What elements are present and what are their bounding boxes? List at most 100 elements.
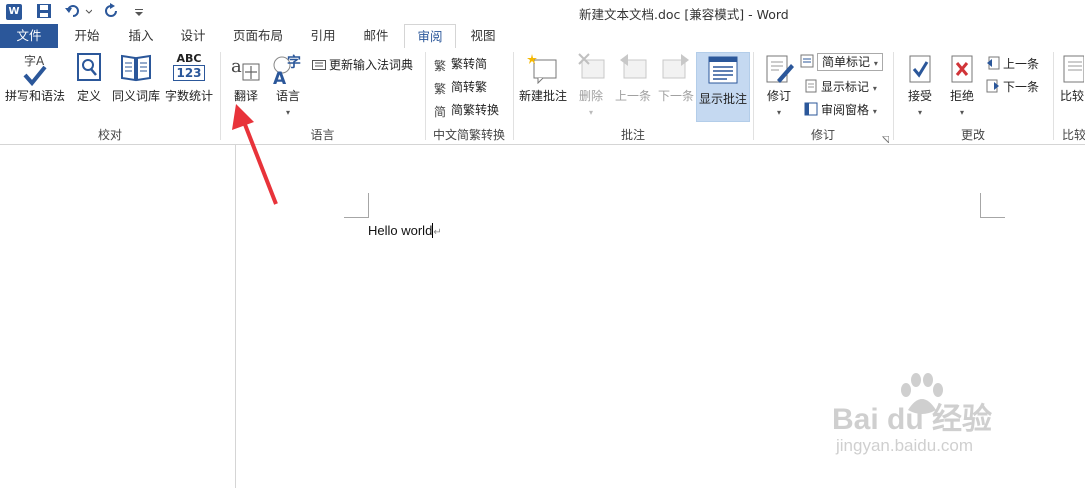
- window-title: 新建文本文档.doc [兼容模式] - Word: [579, 7, 789, 22]
- svg-text:A: A: [273, 69, 287, 86]
- word-count-icon: ABC 123: [173, 52, 205, 86]
- new-comment-button[interactable]: 新建批注: [516, 52, 570, 104]
- tab-review[interactable]: 审阅: [404, 24, 456, 50]
- to-traditional-label: 简转繁: [451, 80, 488, 94]
- chinese-conversion-button[interactable]: 简简繁转换: [434, 101, 499, 119]
- thesaurus-button[interactable]: 同义词库: [110, 52, 162, 104]
- document-text[interactable]: Hello world↵: [368, 223, 442, 238]
- navigation-pane: [0, 145, 236, 488]
- show-comments-icon: [707, 55, 739, 89]
- delete-comment-icon: [576, 52, 606, 86]
- tab-references[interactable]: 引用: [298, 24, 348, 48]
- show-markup-button[interactable]: 显示标记 ▾: [804, 78, 877, 96]
- next-change-button[interactable]: 下一条: [986, 78, 1039, 96]
- define-label: 定义: [76, 89, 101, 103]
- previous-comment-button[interactable]: 上一条: [612, 52, 654, 104]
- word-logo-icon: W: [6, 4, 22, 20]
- ribbon: 字A 拼写和语法 定义 同义词库 ABC 123 字数统计 校对 a 翻译 A: [0, 48, 1085, 145]
- spelling-label: 拼写和语法: [4, 89, 65, 103]
- watermark-url: jingyan.baidu.com: [836, 436, 974, 455]
- conversion-label: 简繁转换: [451, 103, 500, 117]
- tracking-dialog-launcher-icon[interactable]: [882, 132, 890, 144]
- redo-icon[interactable]: [104, 3, 120, 25]
- reject-dropdown-icon: ▾: [959, 108, 964, 117]
- next-change-label: 下一条: [1003, 80, 1040, 94]
- delete-comment-label: 删除: [578, 89, 603, 103]
- reject-icon: [947, 52, 977, 86]
- baidu-watermark: Bai du 经验 jingyan.baidu.com: [832, 372, 1072, 472]
- tab-page-layout[interactable]: 页面布局: [226, 24, 290, 48]
- review-pane-icon: [804, 102, 818, 116]
- group-label-changes: 更改: [960, 128, 985, 142]
- review-pane-button[interactable]: 审阅窗格 ▾: [804, 101, 877, 119]
- compare-label: 比较: [1060, 89, 1085, 103]
- define-button[interactable]: 定义: [72, 52, 106, 104]
- tab-view[interactable]: 视图: [458, 24, 508, 48]
- show-markup-icon: [804, 79, 818, 93]
- update-ime-dictionary-button[interactable]: 更新输入法词典: [312, 56, 413, 74]
- to-simplified-label: 繁转简: [451, 57, 488, 71]
- markup-select-icon: [800, 54, 814, 68]
- tab-home[interactable]: 开始: [62, 24, 112, 48]
- compare-icon: [1060, 52, 1085, 86]
- traditional-to-simplified-icon: 繁: [434, 59, 447, 73]
- show-comments-button[interactable]: 显示批注: [696, 52, 750, 122]
- previous-comment-label: 上一条: [614, 89, 651, 103]
- accept-icon: [905, 52, 935, 86]
- markup-select-value: 简单标记: [822, 55, 871, 69]
- new-comment-label: 新建批注: [518, 89, 567, 103]
- next-change-icon: [986, 79, 1000, 93]
- accept-button[interactable]: 接受 ▾: [902, 52, 938, 118]
- thesaurus-label: 同义词库: [111, 89, 160, 103]
- next-comment-label: 下一条: [657, 89, 694, 103]
- track-changes-label: 修订: [766, 89, 791, 103]
- group-label-comments: 批注: [620, 128, 645, 142]
- tab-insert[interactable]: 插入: [116, 24, 166, 48]
- update-ime-label: 更新输入法词典: [329, 58, 414, 72]
- svg-text:a: a: [231, 56, 242, 77]
- accept-label: 接受: [907, 89, 932, 103]
- markup-select-field[interactable]: 简单标记 ▾: [817, 53, 883, 71]
- watermark-brand: Bai du 经验: [832, 403, 993, 436]
- tab-file[interactable]: 文件: [0, 24, 58, 48]
- previous-change-button[interactable]: 上一条: [986, 55, 1039, 73]
- next-comment-button[interactable]: 下一条: [656, 52, 696, 104]
- save-icon[interactable]: [36, 3, 52, 25]
- define-icon: [76, 52, 102, 86]
- word-count-label: 字数统计: [164, 89, 213, 103]
- show-comments-label: 显示批注: [698, 92, 747, 106]
- compare-button[interactable]: 比较: [1060, 52, 1085, 104]
- ime-dictionary-icon: [312, 58, 326, 72]
- previous-comment-icon: [618, 52, 648, 86]
- translate-button[interactable]: a 翻译: [228, 52, 264, 104]
- tab-mailings[interactable]: 邮件: [350, 24, 402, 48]
- document-text-content: Hello world: [368, 223, 433, 238]
- group-label-tracking: 修订: [810, 128, 835, 142]
- tab-design[interactable]: 设计: [168, 24, 218, 48]
- new-comment-icon: [526, 52, 560, 86]
- group-label-compare: 比较: [1062, 128, 1085, 142]
- markup-select-dropdown[interactable]: 简单标记 ▾: [800, 53, 883, 71]
- simplified-to-traditional-button[interactable]: 繁简转繁: [434, 78, 487, 96]
- show-markup-label: 显示标记: [821, 80, 870, 94]
- chevron-down-icon: ▾: [872, 107, 877, 116]
- delete-comment-button[interactable]: 删除 ▾: [574, 52, 608, 118]
- previous-change-icon: [986, 56, 1000, 70]
- customize-qat-icon[interactable]: [134, 3, 144, 26]
- thesaurus-icon: [120, 52, 152, 86]
- reject-button[interactable]: 拒绝 ▾: [944, 52, 980, 118]
- track-changes-icon: [763, 52, 795, 86]
- title-bar: W 新建文本文档.doc [兼容模式] - Word: [0, 0, 1085, 24]
- reject-label: 拒绝: [949, 89, 974, 103]
- group-label-chinese-conversion: 中文简繁转换: [432, 128, 505, 142]
- chevron-down-icon: ▾: [873, 59, 878, 68]
- word-count-button[interactable]: ABC 123 字数统计: [164, 52, 214, 104]
- undo-icon[interactable]: [64, 3, 93, 25]
- group-label-proofing: 校对: [97, 128, 122, 142]
- traditional-to-simplified-button[interactable]: 繁繁转简: [434, 55, 487, 73]
- paragraph-mark: ↵: [433, 227, 442, 238]
- annotation-arrow-icon: [232, 104, 278, 205]
- track-changes-button[interactable]: 修订 ▾: [760, 52, 798, 118]
- next-comment-icon: [661, 52, 691, 86]
- spelling-grammar-button[interactable]: 字A 拼写和语法: [4, 52, 66, 104]
